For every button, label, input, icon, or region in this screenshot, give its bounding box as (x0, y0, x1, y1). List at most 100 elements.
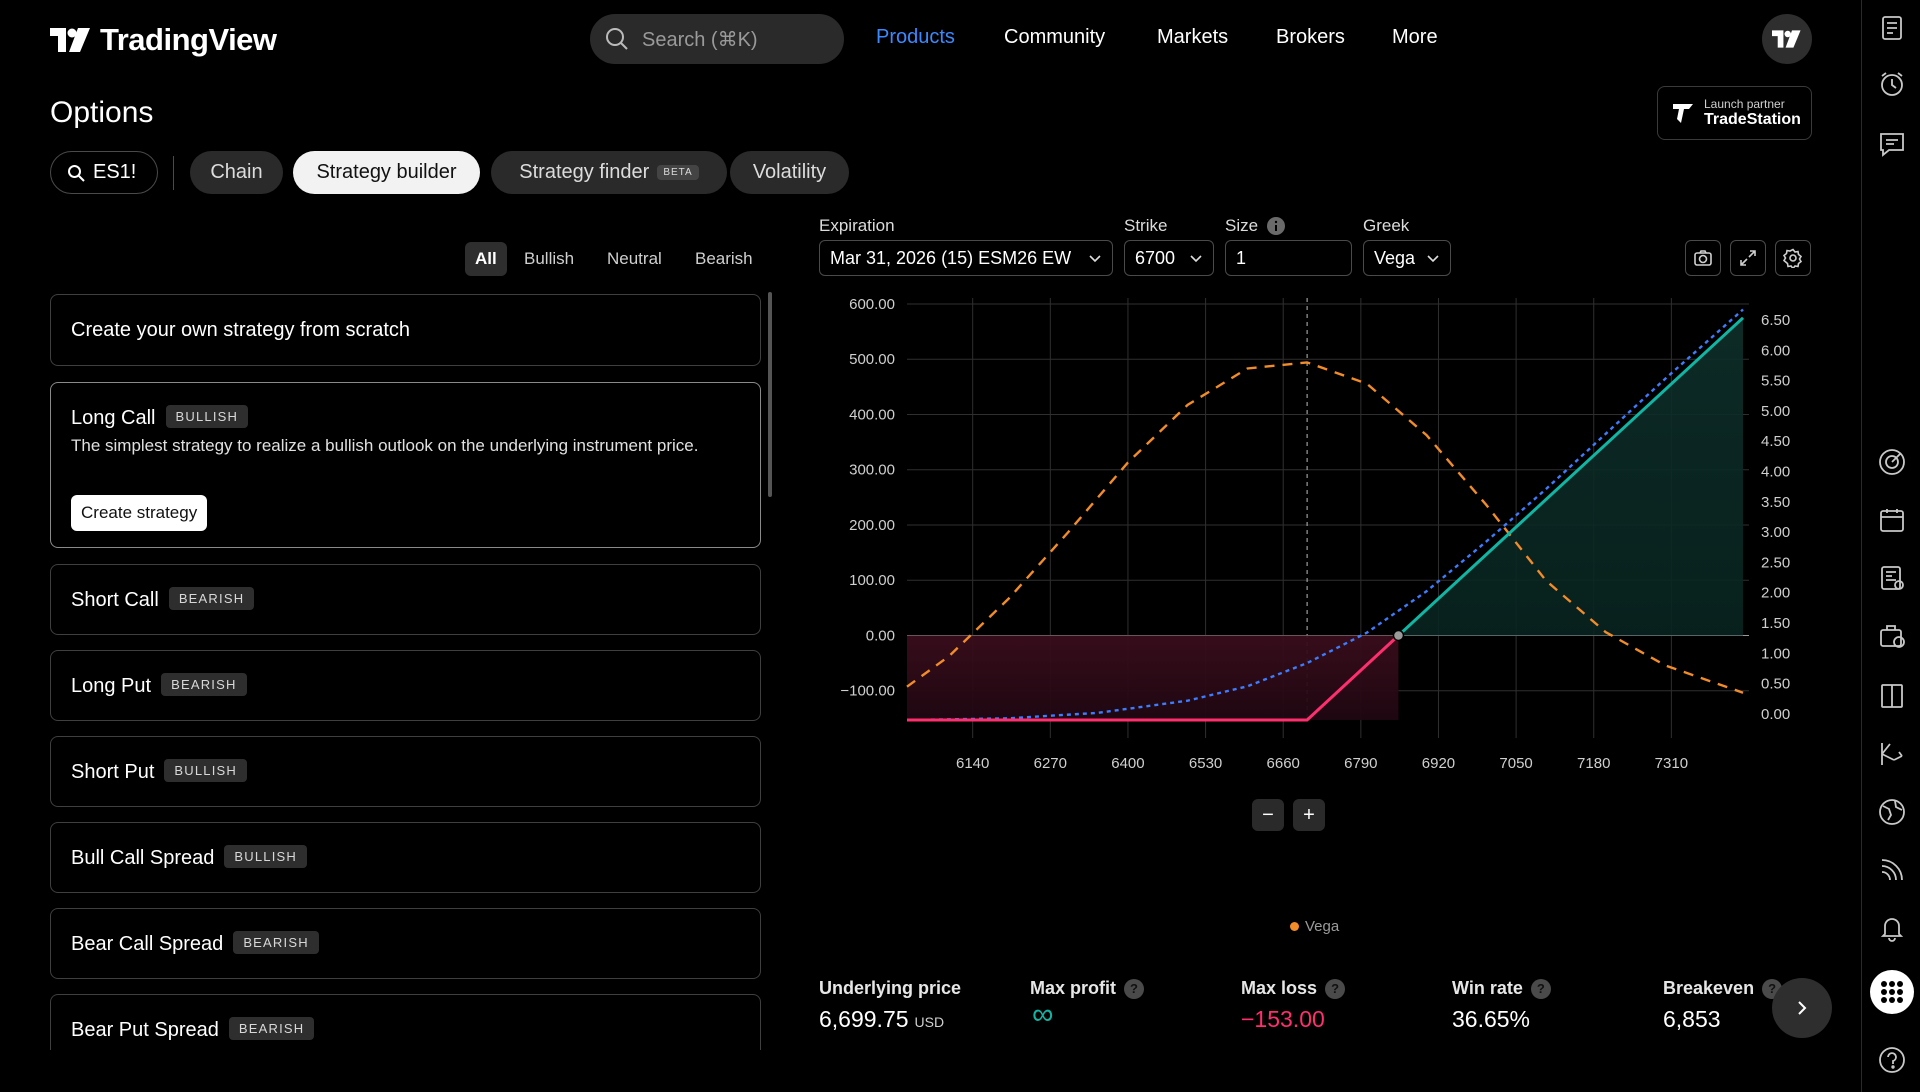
user-avatar[interactable] (1762, 14, 1812, 64)
book-icon[interactable] (1876, 680, 1908, 712)
zoom-in-button[interactable]: + (1293, 799, 1325, 831)
strike-label: Strike (1124, 216, 1168, 235)
y-left-tick-label: 600.00 (849, 296, 895, 313)
nav-brokers[interactable]: Brokers (1276, 26, 1345, 49)
y-right-tick-label: 5.50 (1761, 373, 1790, 390)
stat-label: Max profit (1030, 978, 1117, 998)
sentiment-badge: BEARISH (233, 931, 319, 955)
sentiment-badge: BULLISH (224, 845, 308, 869)
strategy-card-short-put[interactable]: Short Put BULLISH (50, 736, 761, 807)
fullscreen-button[interactable] (1730, 240, 1766, 276)
create-from-scratch-card[interactable]: Create your own strategy from scratch (50, 294, 761, 366)
avatar-logo-icon (1772, 30, 1801, 48)
next-stats-button[interactable] (1772, 978, 1832, 1038)
help-icon[interactable]: ? (1530, 978, 1551, 999)
y-right-tick-label: 2.50 (1761, 554, 1790, 571)
x-tick-label: 6920 (1422, 755, 1455, 772)
expiration-value: Mar 31, 2026 (15) ESM26 EW (830, 247, 1072, 268)
stream-icon[interactable] (1876, 854, 1908, 886)
greek-select[interactable]: Vega (1363, 240, 1451, 276)
max-loss-label: Max loss? (1241, 978, 1346, 999)
tab-chain[interactable]: Chain (190, 151, 283, 194)
nav-products[interactable]: Products (876, 26, 955, 49)
nav-community[interactable]: Community (1004, 26, 1105, 49)
y-left-tick-label: 0.00 (866, 627, 895, 644)
sentiment-badge: BULLISH (164, 759, 247, 783)
strategy-card-short-call[interactable]: Short Call BEARISH (50, 564, 761, 635)
zoom-out-button[interactable]: − (1252, 799, 1284, 831)
help-icon[interactable]: ? (1325, 978, 1346, 999)
nav-more[interactable]: More (1392, 26, 1438, 49)
chat-icon[interactable] (1876, 128, 1908, 160)
launch-partner-badge[interactable]: Launch partner TradeStation (1657, 86, 1812, 140)
bell-icon[interactable] (1876, 912, 1908, 944)
tradestation-logo-icon (1673, 104, 1693, 123)
scratch-label: Create your own strategy from scratch (71, 319, 411, 341)
symbol-search-button[interactable]: ES1! (50, 151, 158, 194)
camera-icon (1694, 250, 1712, 266)
target-icon[interactable] (1876, 446, 1908, 478)
expiration-select[interactable]: Mar 31, 2026 (15) ESM26 EW (819, 240, 1113, 276)
strategy-name: Bear Put Spread (71, 1019, 219, 1041)
y-right-tick-label: 1.00 (1761, 645, 1790, 662)
strategy-card-bear-put-spread[interactable]: Bear Put Spread BEARISH (50, 994, 761, 1050)
apps-icon[interactable] (1870, 970, 1914, 1014)
win-rate-label: Win rate? (1452, 978, 1551, 999)
y-left-tick-label: −100.00 (840, 683, 895, 700)
x-tick-label: 6790 (1344, 755, 1377, 772)
filter-bearish[interactable]: Bearish (685, 242, 763, 276)
strategy-name: Long Put (71, 675, 152, 697)
tab-divider (173, 156, 174, 190)
stat-label: Max loss (1241, 978, 1318, 998)
filter-neutral[interactable]: Neutral (597, 242, 672, 276)
search-icon (606, 28, 628, 50)
x-tick-label: 6660 (1267, 755, 1300, 772)
tab-strategy-finder[interactable]: Strategy finder BETA (491, 151, 727, 194)
watchlist-icon[interactable] (1876, 12, 1908, 44)
globe-icon[interactable] (1876, 796, 1908, 828)
strategy-card-long-put[interactable]: Long Put BEARISH (50, 650, 761, 721)
size-input[interactable]: 1 (1225, 240, 1352, 276)
tab-volatility[interactable]: Volatility (730, 151, 849, 194)
search-input[interactable]: Search (⌘K) (590, 14, 844, 64)
payoff-chart[interactable]: 6140 6270 6400 6530 6660 6790 6920 7050 7180 7310… (819, 290, 1830, 940)
chevron-down-icon (1089, 255, 1101, 263)
help-icon[interactable] (1876, 1044, 1908, 1076)
settings-button[interactable] (1775, 240, 1811, 276)
briefcase-icon[interactable] (1876, 620, 1908, 652)
list-scrollbar[interactable] (768, 292, 772, 497)
help-icon[interactable]: ? (1124, 978, 1145, 999)
greek-value: Vega (1374, 247, 1416, 268)
calendar-icon[interactable] (1876, 504, 1908, 536)
y-right-tick-label: 3.50 (1761, 494, 1790, 511)
tradingview-logo[interactable]: TradingView (50, 22, 277, 58)
chevron-right-icon (1798, 1001, 1807, 1015)
strategy-card-bear-call-spread[interactable]: Bear Call Spread BEARISH (50, 908, 761, 979)
strike-select[interactable]: 6700 (1124, 240, 1214, 276)
tab-strategy-builder[interactable]: Strategy builder (293, 151, 480, 194)
y-right-tick-label: 2.00 (1761, 585, 1790, 602)
loss-area (907, 635, 1399, 720)
strategy-card-long-call[interactable]: Long Call BULLISH The simplest strategy t… (50, 382, 761, 548)
alarm-clock-icon[interactable] (1876, 68, 1908, 100)
filter-bullish[interactable]: Bullish (514, 242, 584, 276)
page-title: Options (50, 96, 154, 129)
breakeven-point (1392, 629, 1405, 642)
x-tick-label: 7310 (1655, 755, 1688, 772)
news-icon[interactable] (1876, 562, 1908, 594)
sentiment-badge: BEARISH (161, 673, 247, 697)
nav-markets[interactable]: Markets (1157, 26, 1228, 49)
stat-label: Underlying price (819, 978, 962, 998)
beta-badge: BETA (657, 165, 699, 180)
x-tick-label: 6400 (1111, 755, 1144, 772)
screenshot-button[interactable] (1685, 240, 1721, 276)
y-right-tick-label: 6.50 (1761, 312, 1790, 329)
trade-icon[interactable] (1876, 738, 1908, 770)
info-icon[interactable] (1266, 216, 1286, 236)
sentiment-badge: BEARISH (168, 587, 255, 611)
strategy-card-bull-call-spread[interactable]: Bull Call Spread BULLISH (50, 822, 761, 893)
filter-all[interactable]: All (465, 242, 507, 276)
create-strategy-button[interactable]: Create strategy (71, 495, 208, 531)
chevron-down-icon (1427, 255, 1439, 263)
legend-vega-dot (1290, 922, 1299, 931)
